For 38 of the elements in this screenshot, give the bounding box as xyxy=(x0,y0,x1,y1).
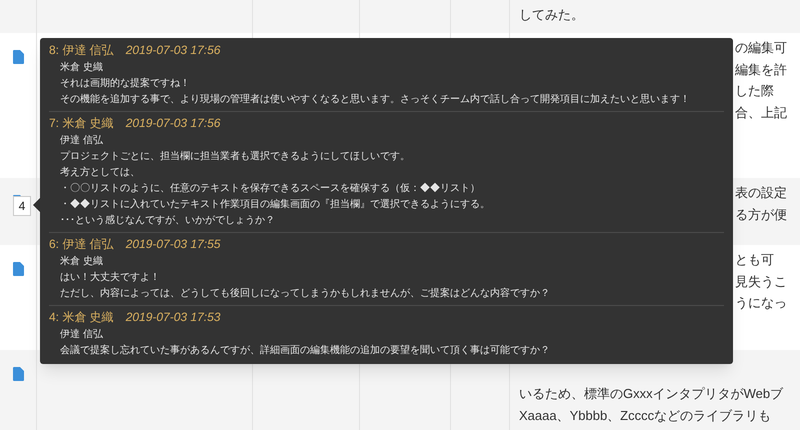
comment-recipient: 伊達 信弘 xyxy=(60,328,103,342)
comment-text: プロジェクトごとに、担当欄に担当業者も選択できるようにしてほしいです。 xyxy=(60,150,410,164)
comment-time: 2019-07-03 17:55 xyxy=(126,236,220,253)
comment-text: その機能を追加する事で、より現場の管理者は使いやすくなると思います。さっそくチーム内で話し合って開発項目に加えたいと思います！ xyxy=(60,92,690,107)
comment-author: 8: 伊達 信弘 xyxy=(49,42,114,59)
comment-text: 会議で提案し忘れていた事があるんですが、詳細画面の編集機能の追加の要望を聞いて頂く事は可能ですか？ xyxy=(60,344,550,358)
cell-text: 見失うこ xyxy=(735,272,788,290)
cell-text: 編集を許 xyxy=(735,60,788,78)
comment-text: それは画期的な提案ですね！ xyxy=(60,76,190,91)
cell-text: 表の設定 xyxy=(735,184,788,202)
document-icon xyxy=(12,262,24,276)
comment-text: ただし、内容によっては、どうしても後回しになってしまうかもしれませんが、ご提案はどんな内容ですか？ xyxy=(60,286,550,301)
comment-text: 考え方としては、 xyxy=(60,166,140,180)
cell-text: る方が便 xyxy=(735,206,788,224)
comment-author: 4: 米倉 史織 xyxy=(49,309,114,326)
comment-recipient: 米倉 史織 xyxy=(60,60,103,75)
comment-recipient: 米倉 史織 xyxy=(60,254,103,269)
comment-text: ･･･という感じなんですが、いかがでしょうか？ xyxy=(60,214,275,228)
comment-time: 2019-07-03 17:56 xyxy=(126,42,220,59)
comment-text: はい！大丈夫ですよ！ xyxy=(60,270,160,285)
document-icon xyxy=(12,367,24,381)
cell-text: Xaaaa、Ybbbb、Zccccなどのライブラリも xyxy=(519,406,772,424)
comment-recipient: 伊達 信弘 xyxy=(60,134,103,148)
comment-time: 2019-07-03 17:53 xyxy=(126,309,220,326)
comment-count[interactable]: 4 xyxy=(13,196,31,216)
cell-text: してみた。 xyxy=(519,6,585,24)
cell-text: いるため、標準のGxxxインタプリタがWebブ xyxy=(519,385,784,403)
cell-text: 合、上記 xyxy=(735,104,788,122)
comment-text: ・◆◆リストに入れていたテキスト作業項目の編集画面の『担当欄』で選択できるようにする。 xyxy=(60,198,490,212)
comment-author: 6: 伊達 信弘 xyxy=(49,236,114,253)
document-icon xyxy=(12,50,24,64)
comment-text: ・〇〇リストのように、任意のテキストを保存できるスペースを確保する（仮：◆◆リスト） xyxy=(60,182,480,196)
cell-text: とも可 xyxy=(735,251,775,269)
cell-text: した際 xyxy=(735,82,775,100)
cell-text: の編集可 xyxy=(735,39,788,57)
comment-author: 7: 米倉 史織 xyxy=(49,115,114,132)
comment-time: 2019-07-03 17:56 xyxy=(126,115,220,132)
cell-text: うになっ xyxy=(735,294,788,312)
